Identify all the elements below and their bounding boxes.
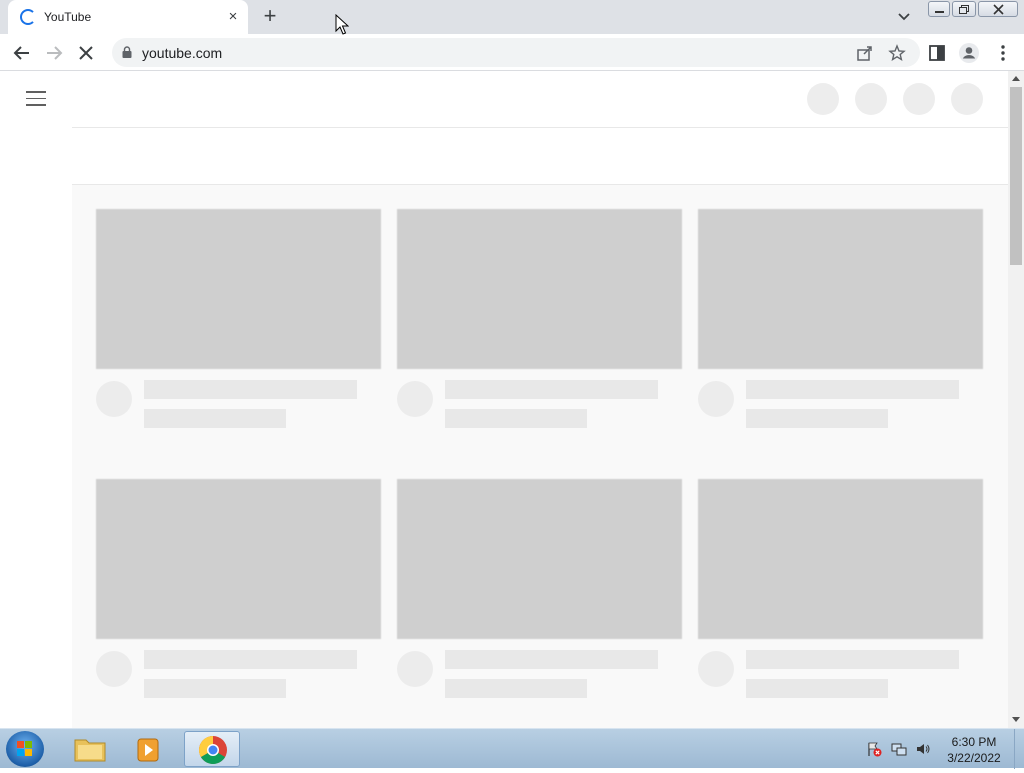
windows-taskbar: 6:30 PM 3/22/2022: [0, 728, 1024, 769]
channel-avatar-placeholder: [96, 651, 132, 687]
chevron-down-icon[interactable]: [894, 8, 914, 26]
show-desktop-button[interactable]: [1014, 729, 1024, 769]
network-icon[interactable]: [891, 741, 907, 757]
loading-spinner-icon: [20, 9, 36, 25]
thumbnail-placeholder[interactable]: [96, 209, 381, 369]
header-icon-placeholder: [951, 83, 983, 115]
close-window-button[interactable]: [978, 1, 1018, 17]
video-card-placeholder[interactable]: [698, 209, 983, 428]
start-button[interactable]: [6, 731, 44, 767]
side-panel-icon[interactable]: [926, 42, 948, 64]
video-card-placeholder[interactable]: [96, 209, 381, 428]
meta-placeholder: [144, 679, 286, 698]
address-bar[interactable]: youtube.com: [112, 38, 920, 67]
meta-placeholder: [445, 679, 587, 698]
system-clock[interactable]: 6:30 PM 3/22/2022: [938, 734, 1010, 766]
lock-icon[interactable]: [122, 46, 132, 58]
action-center-flag-icon[interactable]: [866, 741, 882, 757]
meta-placeholder: [445, 409, 587, 428]
header-icon-placeholder: [855, 83, 887, 115]
video-card-placeholder[interactable]: [698, 479, 983, 698]
taskbar-explorer[interactable]: [62, 731, 118, 767]
meta-placeholder: [746, 679, 888, 698]
channel-avatar-placeholder: [397, 381, 433, 417]
title-placeholder: [746, 650, 959, 669]
scrollbar-thumb[interactable]: [1010, 87, 1022, 265]
thumbnail-placeholder[interactable]: [96, 479, 381, 639]
tab-youtube[interactable]: YouTube ×: [8, 0, 248, 34]
browser-toolbar: youtube.com: [0, 34, 1024, 71]
more-menu-icon[interactable]: [992, 42, 1014, 64]
taskbar-media-player[interactable]: [122, 731, 178, 767]
tab-strip: YouTube × +: [0, 0, 1024, 34]
chrome-icon: [199, 736, 227, 764]
stop-loading-icon[interactable]: [74, 41, 98, 65]
thumbnail-placeholder[interactable]: [698, 479, 983, 639]
back-arrow-icon[interactable]: [10, 41, 34, 65]
title-placeholder: [445, 380, 658, 399]
channel-avatar-placeholder: [397, 651, 433, 687]
title-placeholder: [144, 650, 357, 669]
bookmark-star-icon[interactable]: [888, 44, 906, 62]
clock-time: 6:30 PM: [951, 735, 997, 749]
thumbnail-placeholder[interactable]: [698, 209, 983, 369]
close-icon: [993, 4, 1004, 15]
title-placeholder: [746, 380, 959, 399]
channel-avatar-placeholder: [698, 381, 734, 417]
video-card-placeholder[interactable]: [397, 209, 682, 428]
media-player-icon: [137, 738, 159, 762]
meta-placeholder: [144, 409, 286, 428]
profile-icon[interactable]: [958, 42, 980, 64]
video-card-placeholder[interactable]: [96, 479, 381, 698]
restore-button[interactable]: [952, 1, 976, 17]
new-tab-button[interactable]: +: [258, 5, 282, 29]
title-placeholder: [144, 380, 357, 399]
windows-logo-icon: [17, 741, 32, 756]
scroll-down-arrow-icon[interactable]: [1012, 715, 1020, 723]
taskbar-chrome[interactable]: [184, 731, 240, 767]
tab-close-button[interactable]: ×: [224, 8, 242, 26]
vertical-scrollbar[interactable]: [1008, 71, 1024, 728]
scroll-up-arrow-icon[interactable]: [1012, 75, 1020, 83]
channel-avatar-placeholder: [698, 651, 734, 687]
forward-arrow-icon[interactable]: [42, 41, 66, 65]
thumbnail-placeholder[interactable]: [397, 209, 682, 369]
channel-avatar-placeholder: [96, 381, 132, 417]
video-grid: [72, 185, 1008, 728]
minimize-button[interactable]: [928, 1, 950, 17]
page-content: [0, 71, 1008, 728]
title-placeholder: [445, 650, 658, 669]
url-text[interactable]: youtube.com: [142, 45, 222, 61]
header-icon-placeholder: [807, 83, 839, 115]
share-icon[interactable]: [856, 44, 874, 62]
meta-placeholder: [746, 409, 888, 428]
volume-icon[interactable]: [915, 741, 931, 757]
thumbnail-placeholder[interactable]: [397, 479, 682, 639]
mouse-cursor-icon: [335, 14, 349, 35]
video-card-placeholder[interactable]: [397, 479, 682, 698]
header-icon-placeholder: [903, 83, 935, 115]
hamburger-menu-icon[interactable]: [26, 91, 46, 107]
clock-date: 3/22/2022: [947, 751, 1001, 765]
folder-icon: [74, 739, 106, 762]
tab-title: YouTube: [44, 10, 92, 24]
filter-chips-bar: [72, 127, 1008, 185]
